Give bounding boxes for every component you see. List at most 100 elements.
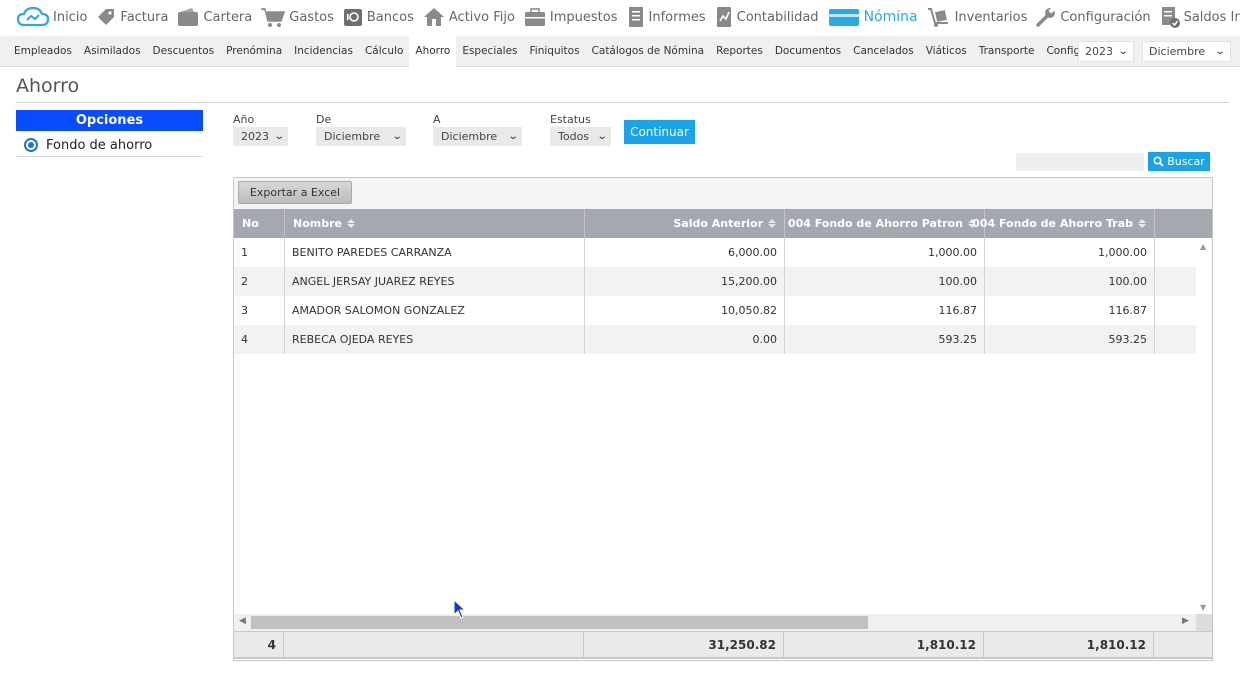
sort-icon — [346, 219, 355, 228]
nav-informes-label: Informes — [648, 9, 706, 25]
nav-gastos[interactable]: Gastos — [260, 0, 334, 34]
filter-to-select[interactable]: Diciembre ⌄ — [433, 127, 522, 146]
col-header-no[interactable]: No — [234, 209, 285, 238]
cell-no: 3 — [234, 296, 285, 325]
nav-inventarios-label: Inventarios — [954, 9, 1028, 25]
table-row[interactable]: 4 REBECA OJEDA REYES 0.00 593.25 593.25 — [234, 325, 1196, 354]
cell-no: 2 — [234, 267, 285, 296]
cell-saldo-anterior: 15,200.00 — [585, 267, 785, 296]
cell-fondo-trab: 1,000.00 — [985, 238, 1155, 267]
option-fondo-de-ahorro[interactable]: Fondo de ahorro — [16, 134, 203, 157]
nav-bancos[interactable]: Bancos — [342, 0, 414, 34]
nav-impuestos[interactable]: Impuestos — [523, 0, 618, 34]
subnav-catalogos[interactable]: Catálogos de Nómina — [586, 36, 711, 67]
col-header-saldo-anterior[interactable]: Saldo Anterior — [585, 209, 785, 238]
subnav-asimilados[interactable]: Asimilados — [78, 36, 147, 67]
nav-inicio-label: Inicio — [53, 9, 88, 25]
wallet-icon — [176, 6, 200, 28]
cell-nombre: REBECA OJEDA REYES — [285, 325, 585, 354]
subnav-viaticos[interactable]: Viáticos — [920, 36, 973, 67]
year-select[interactable]: 2023 ⌄ — [1078, 41, 1134, 62]
col-header-saldo-anterior-label: Saldo Anterior — [673, 217, 763, 230]
wrench-icon — [1035, 6, 1057, 28]
subnav-descuentos[interactable]: Descuentos — [147, 36, 221, 67]
subnav-finiquitos[interactable]: Finiquitos — [524, 36, 586, 67]
nav-configuracion-label: Configuración — [1060, 9, 1151, 25]
chevron-down-icon: ⌄ — [596, 131, 608, 142]
tag-icon — [95, 6, 117, 28]
subnav-documentos[interactable]: Documentos — [769, 36, 847, 67]
grid-header: No Nombre Saldo Anterior 004 Fondo de Ah… — [234, 209, 1212, 238]
option-label: Fondo de ahorro — [46, 137, 153, 153]
filter-from-value: Diciembre — [324, 130, 381, 143]
cell-saldo-anterior: 0.00 — [585, 325, 785, 354]
chevron-down-icon: ⌄ — [273, 131, 285, 142]
subnav-especiales[interactable]: Especiales — [456, 36, 523, 67]
scroll-up-arrow-icon[interactable]: ▲ — [1200, 242, 1206, 251]
cell-fondo-trab: 100.00 — [985, 267, 1155, 296]
table-row[interactable]: 3 AMADOR SALOMON GONZALEZ 10,050.82 116.… — [234, 296, 1196, 325]
subnav-cancelados[interactable]: Cancelados — [847, 36, 920, 67]
nav-contabilidad[interactable]: Contabilidad — [714, 0, 819, 34]
scroll-right-arrow-icon[interactable]: ▶ — [1182, 616, 1189, 626]
nav-cartera[interactable]: Cartera — [176, 0, 252, 34]
subnav-prenomina[interactable]: Prenómina — [220, 36, 288, 67]
nomina-subnav: Empleados Asimilados Descuentos Prenómin… — [0, 35, 1240, 67]
cell-fondo-patron: 593.25 — [785, 325, 985, 354]
cell-nombre: BENITO PAREDES CARRANZA — [285, 238, 585, 267]
nav-inicio[interactable]: Inicio — [16, 0, 87, 34]
cloud-icon — [16, 5, 50, 29]
nav-nomina[interactable]: Nómina — [827, 0, 918, 34]
filter-year-select[interactable]: 2023 ⌄ — [233, 127, 288, 146]
nav-inventarios[interactable]: Inventarios — [926, 0, 1028, 34]
nav-impuestos-label: Impuestos — [549, 9, 618, 25]
radio-selected-icon[interactable] — [24, 138, 38, 152]
horizontal-scroll-thumb[interactable] — [251, 616, 868, 629]
vertical-scrollbar[interactable]: ▲ ▼ — [1196, 238, 1212, 616]
search-input[interactable] — [1016, 153, 1144, 171]
subnav-incidencias[interactable]: Incidencias — [288, 36, 359, 67]
subnav-ahorro[interactable]: Ahorro — [409, 35, 457, 67]
continue-button[interactable]: Continuar — [624, 120, 695, 144]
filter-status-select[interactable]: Todos ⌄ — [550, 127, 611, 146]
savings-grid: Exportar a Excel No Nombre Saldo Anterio… — [233, 177, 1213, 661]
month-select[interactable]: Diciembre ⌄ — [1142, 41, 1231, 62]
nav-factura[interactable]: Factura — [95, 0, 168, 34]
scroll-left-arrow-icon[interactable]: ◀ — [239, 616, 246, 626]
col-header-fondo-trab[interactable]: 004 Fondo de Ahorro Trab — [972, 209, 1155, 238]
search-button[interactable]: Buscar — [1148, 152, 1210, 171]
scroll-down-arrow-icon[interactable]: ▼ — [1200, 603, 1206, 612]
col-header-fondo-patron[interactable]: 004 Fondo de Ahorro Patron — [785, 209, 985, 238]
nav-activo-fijo[interactable]: Activo Fijo — [422, 0, 515, 34]
export-excel-button[interactable]: Exportar a Excel — [238, 181, 352, 204]
grid-body: 1 BENITO PAREDES CARRANZA 6,000.00 1,000… — [234, 238, 1196, 616]
to-label: A — [433, 113, 441, 126]
nav-contabilidad-label: Contabilidad — [736, 9, 819, 25]
cell-fondo-patron: 100.00 — [785, 267, 985, 296]
cell-saldo-anterior: 6,000.00 — [585, 238, 785, 267]
filter-to-value: Diciembre — [441, 130, 498, 143]
nav-activo-fijo-label: Activo Fijo — [448, 9, 515, 25]
subnav-reportes[interactable]: Reportes — [710, 36, 769, 67]
chevron-down-icon: ⌄ — [1117, 46, 1129, 57]
nav-configuracion[interactable]: Configuración — [1035, 0, 1151, 34]
search-icon — [1153, 156, 1164, 167]
nav-saldos-iniciales[interactable]: Saldos Iniciales — [1159, 0, 1240, 34]
nav-informes[interactable]: Informes — [626, 0, 706, 34]
chevron-down-icon: ⌄ — [1214, 46, 1226, 57]
table-row[interactable]: 2 ANGEL JERSAY JUAREZ REYES 15,200.00 10… — [234, 267, 1196, 296]
col-header-nombre[interactable]: Nombre — [285, 209, 585, 238]
mouse-pointer-icon — [453, 599, 467, 619]
filter-from-select[interactable]: Diciembre ⌄ — [316, 127, 406, 146]
table-row[interactable]: 1 BENITO PAREDES CARRANZA 6,000.00 1,000… — [234, 238, 1196, 267]
grid-toolbar: Exportar a Excel — [234, 178, 1212, 209]
subnav-transporte[interactable]: Transporte — [973, 36, 1041, 67]
subnav-calculo[interactable]: Cálculo — [359, 36, 409, 67]
horizontal-scrollbar[interactable]: ◀ ▶ — [234, 614, 1196, 631]
chevron-down-icon: ⌄ — [391, 131, 403, 142]
total-nombre-empty — [284, 632, 584, 658]
cell-fondo-trab: 116.87 — [985, 296, 1155, 325]
subnav-empleados[interactable]: Empleados — [8, 36, 78, 67]
dolly-icon — [926, 6, 952, 28]
nav-bancos-label: Bancos — [366, 9, 414, 25]
